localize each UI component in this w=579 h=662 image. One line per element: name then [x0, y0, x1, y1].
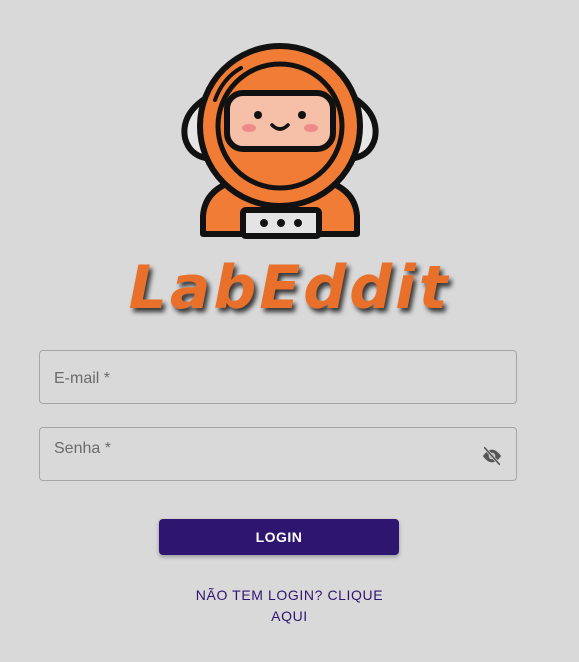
password-field-label: Senha * [54, 440, 111, 457]
eye-off-icon[interactable] [481, 445, 503, 467]
signup-link-line2: AQUI [271, 608, 308, 624]
signup-link[interactable]: NÃO TEM LOGIN? CLIQUE AQUI [0, 585, 579, 627]
password-field[interactable]: Senha * [39, 427, 517, 481]
brand-title: LabEddit [128, 253, 451, 323]
signup-link-line1: NÃO TEM LOGIN? CLIQUE [195, 587, 384, 603]
login-button[interactable]: LOGIN [159, 519, 399, 555]
email-field-label: E-mail * [54, 370, 111, 387]
email-field[interactable]: E-mail * [39, 350, 517, 404]
astronaut-icon [181, 43, 379, 239]
